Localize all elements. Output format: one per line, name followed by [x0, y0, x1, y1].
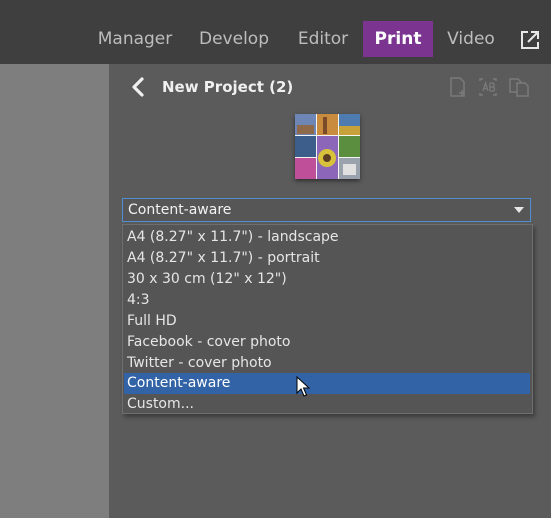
- format-option[interactable]: 4:3: [124, 290, 530, 311]
- chevron-left-icon[interactable]: [128, 76, 148, 98]
- mouse-pointer-icon: [296, 376, 310, 397]
- format-option[interactable]: A4 (8.27" x 11.7") - landscape: [124, 227, 530, 248]
- tab-print[interactable]: Print: [363, 21, 433, 57]
- tab-develop[interactable]: Develop: [195, 21, 273, 57]
- tab-manager[interactable]: Manager: [94, 21, 176, 57]
- add-page-icon[interactable]: [447, 76, 469, 98]
- format-option-selected[interactable]: Content-aware: [124, 373, 530, 394]
- text-frame-icon[interactable]: [477, 76, 499, 98]
- format-select-value: Content-aware: [128, 202, 232, 218]
- format-option[interactable]: Full HD: [124, 311, 530, 332]
- format-option[interactable]: Facebook - cover photo: [124, 332, 530, 353]
- format-option[interactable]: Twitter - cover photo: [124, 353, 530, 374]
- copy-pages-icon[interactable]: [508, 76, 530, 98]
- tab-editor[interactable]: Editor: [292, 21, 354, 57]
- dropdown-arrow-icon: [514, 207, 524, 213]
- format-option[interactable]: Custom...: [124, 394, 530, 415]
- format-option[interactable]: A4 (8.27" x 11.7") - portrait: [124, 248, 530, 269]
- format-option[interactable]: 30 x 30 cm (12" x 12"): [124, 269, 530, 290]
- external-link-icon[interactable]: [519, 29, 541, 51]
- tab-video[interactable]: Video: [442, 21, 500, 57]
- project-thumbnail: [295, 114, 360, 179]
- top-navigation-bar: Manager Develop Editor Print Video: [0, 0, 551, 64]
- format-select[interactable]: Content-aware: [122, 198, 531, 222]
- format-dropdown-list: A4 (8.27" x 11.7") - landscape A4 (8.27"…: [122, 224, 533, 414]
- left-pane: [0, 64, 109, 518]
- project-title: New Project (2): [162, 78, 294, 96]
